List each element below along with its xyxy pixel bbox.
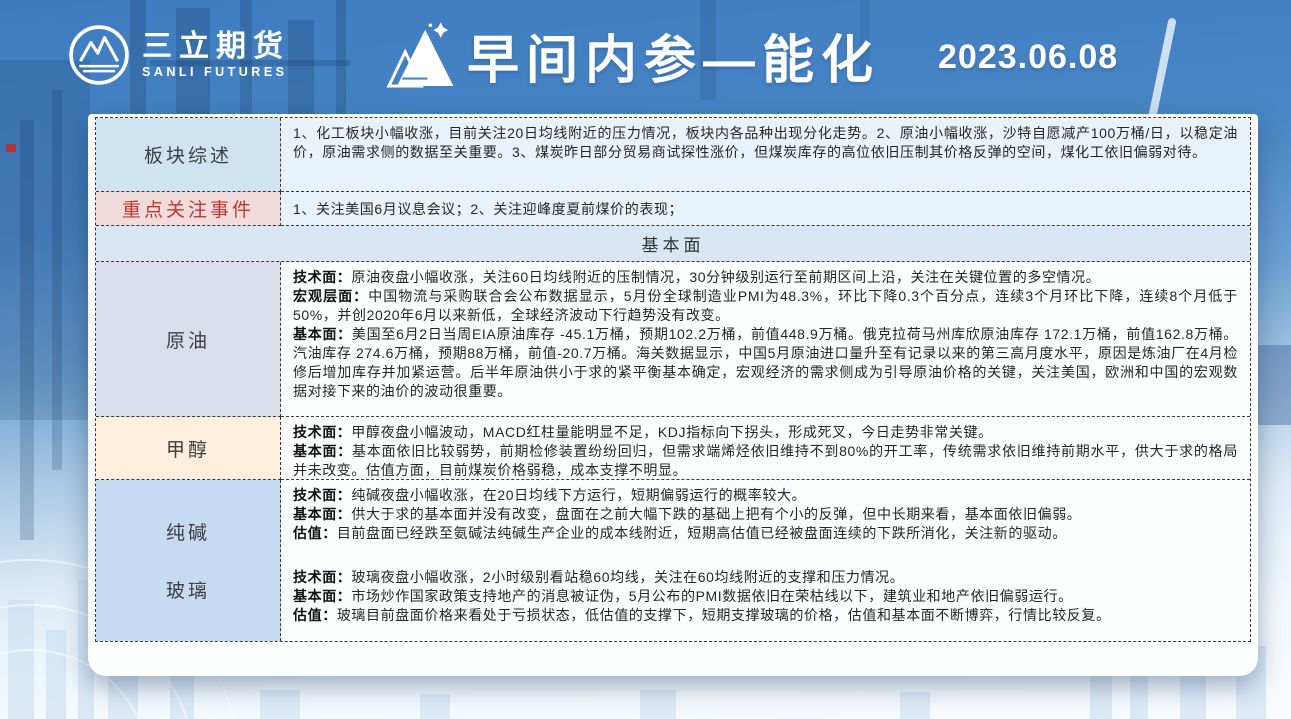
overview-label: 板块综述	[96, 118, 281, 192]
soda-glass-label-cell: 纯碱 玻璃	[96, 480, 281, 641]
line-prefix: 基本面：	[293, 443, 352, 459]
line-prefix: 基本面：	[293, 326, 352, 342]
line-prefix: 估值：	[293, 525, 337, 541]
methanol-content: 技术面：甲醇夜盘小幅波动，MACD红柱量能明显不足，KDJ指标向下拐头，形成死叉…	[281, 417, 1250, 480]
key-events-label: 重点关注事件	[96, 192, 281, 226]
overview-content: 1、化工板块小幅收涨，目前关注20日均线附近的压力情况，板块内各品种出现分化走势…	[281, 118, 1250, 192]
line-text: 原油夜盘小幅收涨，关注60日均线附近的压制情况，30分钟级别运行至前期区间上沿，…	[351, 269, 1100, 285]
brand-name-en: SANLI FUTURES	[142, 66, 290, 79]
brand-text-block: 三立期货 SANLI FUTURES	[142, 31, 290, 80]
line-text: 玻璃夜盘小幅收涨，2小时级别看站稳60均线，关注在60均线附近的支撑和压力情况。	[351, 569, 904, 585]
line-prefix: 技术面：	[293, 269, 351, 285]
report-card: 板块综述 1、化工板块小幅收涨，目前关注20日均线附近的压力情况，板块内各品种出…	[88, 114, 1258, 676]
line-prefix: 基本面：	[293, 588, 351, 604]
line-text: 玻璃目前盘面价格来看处于亏损状态，低估值的支撑下，短期支撑玻璃的价格，估值和基本…	[337, 607, 1111, 623]
methanol-paragraphs: 技术面：甲醇夜盘小幅波动，MACD红柱量能明显不足，KDJ指标向下拐头，形成死叉…	[293, 423, 1238, 480]
brand-name-cn: 三立期货	[142, 31, 290, 63]
line-prefix: 估值：	[293, 607, 337, 623]
line-prefix: 宏观层面：	[293, 288, 368, 304]
soda-glass-content: 技术面：纯碱夜盘小幅收涨，在20日均线下方运行，短期偏弱运行的概率较大。 基本面…	[281, 480, 1250, 641]
line-prefix: 基本面：	[293, 506, 351, 522]
methanol-label: 甲醇	[96, 417, 281, 480]
glass-paragraphs: 技术面：玻璃夜盘小幅收涨，2小时级别看站稳60均线，关注在60均线附近的支撑和压…	[293, 568, 1238, 625]
line-text: 供大于求的基本面并没有改变，盘面在之前大幅下跌的基础上把有个小的反弹，但中长期来…	[351, 506, 1081, 522]
line-text: 基本面依旧比较弱势，前期检修装置纷纷回归，但需求端烯烃依旧维持不到80%的开工率…	[293, 443, 1238, 478]
sanli-mountain-logo-icon	[68, 24, 130, 86]
snow-mountain-icon	[383, 19, 457, 93]
title-block: 早间内参—能化	[383, 18, 880, 93]
page-title: 早间内参—能化	[467, 18, 880, 93]
crude-oil-label: 原油	[96, 262, 281, 417]
brand-logo: 三立期货 SANLI FUTURES	[68, 24, 290, 86]
section-header-fundamentals: 基本面	[96, 226, 1250, 262]
crude-oil-paragraphs: 技术面：原油夜盘小幅收涨，关注60日均线附近的压制情况，30分钟级别运行至前期区…	[293, 268, 1238, 401]
line-prefix: 技术面：	[293, 569, 351, 585]
line-text: 美国至6月2日当周EIA原油库存 -45.1万桶，预期102.2万桶，前值448…	[293, 326, 1238, 399]
header: 三立期货 SANLI FUTURES 早间内参—能化 2023.06.08	[0, 0, 1291, 112]
red-flag-detail	[6, 144, 16, 152]
report-date: 2023.06.08	[938, 38, 1118, 77]
line-text: 纯碱夜盘小幅收涨，在20日均线下方运行，短期偏弱运行的概率较大。	[351, 487, 806, 503]
key-events-content: 1、关注美国6月议息会议；2、关注迎峰度夏前煤价的表现；	[281, 192, 1250, 226]
soda-ash-paragraphs: 技术面：纯碱夜盘小幅收涨，在20日均线下方运行，短期偏弱运行的概率较大。 基本面…	[293, 486, 1238, 543]
line-text: 目前盘面已经跌至氨碱法纯碱生产企业的成本线附近，短期高估值已经被盘面连续的下跌所…	[337, 525, 1067, 541]
line-text: 甲醇夜盘小幅波动，MACD红柱量能明显不足，KDJ指标向下拐头，形成死叉，今日走…	[351, 424, 992, 440]
line-prefix: 技术面：	[293, 424, 351, 440]
soda-ash-label: 纯碱	[166, 518, 210, 545]
report-table: 板块综述 1、化工板块小幅收涨，目前关注20日均线附近的压力情况，板块内各品种出…	[95, 117, 1251, 642]
line-prefix: 技术面：	[293, 487, 351, 503]
crude-oil-content: 技术面：原油夜盘小幅收涨，关注60日均线附近的压制情况，30分钟级别运行至前期区…	[281, 262, 1250, 417]
line-text: 中国物流与采购联合会公布数据显示，5月份全球制造业PMI为48.3%，环比下降0…	[293, 288, 1238, 323]
line-text: 市场炒作国家政策支持地产的消息被证伪，5月公布的PMI数据依旧在荣枯线以下，建筑…	[351, 588, 1072, 604]
glass-label: 玻璃	[166, 576, 210, 603]
